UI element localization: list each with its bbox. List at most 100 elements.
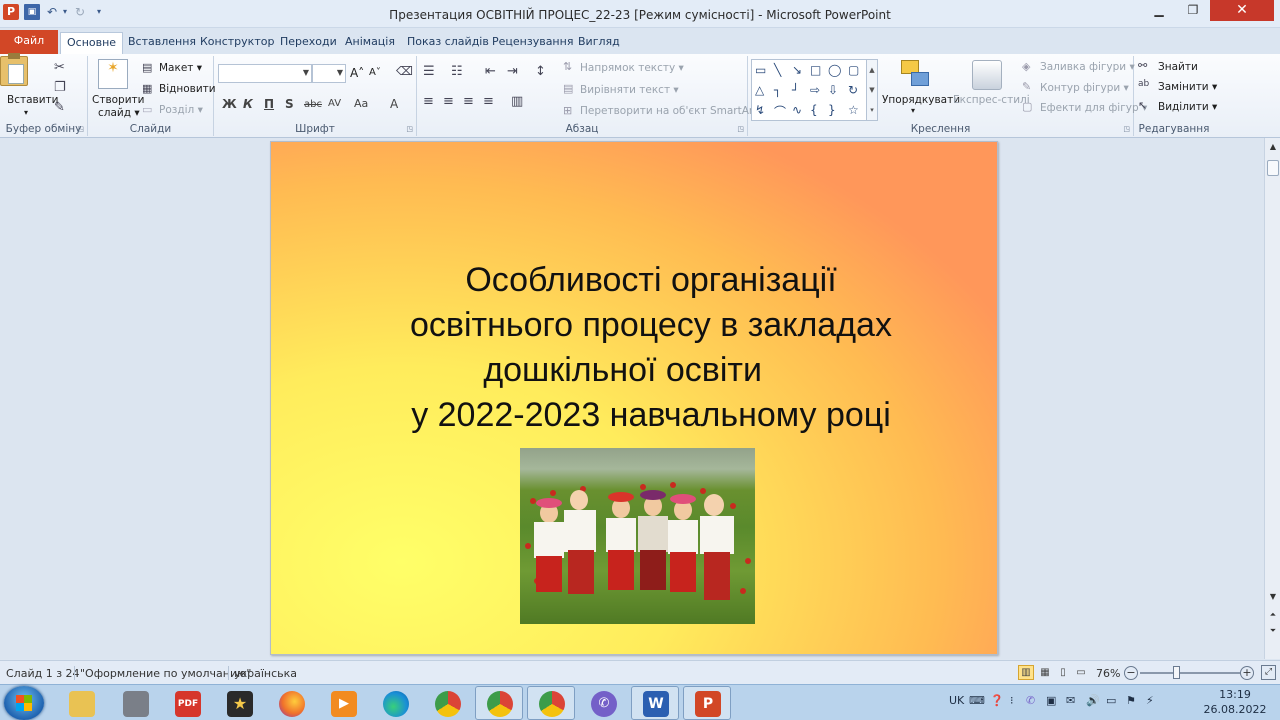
paragraph-launcher-icon[interactable]: ◳ <box>737 125 744 133</box>
rounded-rect-shape-icon[interactable]: ▢ <box>848 63 859 77</box>
reset-button[interactable]: Відновити <box>159 83 216 95</box>
section-button[interactable]: Розділ ▾ <box>159 104 203 116</box>
arc-shape-icon[interactable]: ⌒ <box>774 103 786 120</box>
tab-view[interactable]: Вигляд <box>572 32 626 54</box>
taskbar-explorer[interactable] <box>57 686 105 720</box>
minimize-button[interactable]: ▁ <box>1142 0 1176 21</box>
shrink-font-button[interactable]: A˅ <box>369 67 381 78</box>
viber-tray-icon[interactable]: ✆ <box>1026 694 1035 707</box>
system-clock[interactable]: 13:19 26.08.2022 <box>1198 687 1272 717</box>
taskbar-powerpoint[interactable]: P <box>683 686 731 720</box>
drawing-launcher-icon[interactable]: ◳ <box>1123 125 1130 133</box>
bullets-icon[interactable]: ☰ <box>423 64 435 79</box>
slide-canvas[interactable]: Особливості організації освітнього проце… <box>270 141 998 655</box>
start-button[interactable] <box>4 686 44 720</box>
font-color-button[interactable]: A <box>390 97 398 111</box>
clipboard-launcher-icon[interactable]: ◳ <box>77 125 84 133</box>
taskbar-printer[interactable] <box>111 686 159 720</box>
scroll-up-icon[interactable]: ▲ <box>1266 140 1280 154</box>
taskbar-pdf[interactable]: PDF <box>163 686 211 720</box>
arrange-button[interactable]: Упорядкувати <box>882 94 960 106</box>
new-slide-icon[interactable]: ✶ <box>98 59 128 89</box>
input-language[interactable]: UK <box>949 694 964 707</box>
cut-icon[interactable]: ✂ <box>54 60 65 75</box>
next-slide-icon[interactable]: ⏷ <box>1266 624 1280 638</box>
scroll-thumb[interactable] <box>1267 160 1279 176</box>
change-case-button[interactable]: Aa <box>354 97 368 110</box>
columns-icon[interactable]: ▥ <box>511 94 523 109</box>
shadow-button[interactable]: S <box>285 97 294 111</box>
curve-shape-icon[interactable]: ∿ <box>792 103 802 117</box>
grow-font-button[interactable]: A˄ <box>350 66 364 80</box>
left-brace-icon[interactable]: { <box>810 103 818 117</box>
font-name-combo[interactable]: ▼ <box>218 64 312 83</box>
replace-button[interactable]: Замінити ▾ <box>1158 81 1217 93</box>
tab-review[interactable]: Рецензування <box>486 32 579 54</box>
shape-effects-button[interactable]: Ефекти для фігур ▾ <box>1040 102 1147 114</box>
network-icon[interactable]: ▭ <box>1106 694 1116 707</box>
monitor-tray-icon[interactable]: ▣ <box>1046 694 1056 707</box>
quick-styles-button[interactable]: Експрес-стилі <box>953 94 1030 106</box>
format-painter-icon[interactable]: ✎ <box>54 100 65 115</box>
tray-expand-icon[interactable]: ⁝ <box>1010 694 1014 707</box>
align-center-icon[interactable]: ≡ <box>443 94 454 109</box>
numbering-icon[interactable]: ☷ <box>451 64 463 79</box>
italic-button[interactable]: К <box>243 97 253 111</box>
new-slide-button[interactable]: Створити <box>92 94 145 106</box>
zoom-in-icon[interactable]: + <box>1240 666 1254 680</box>
tab-home[interactable]: Основне <box>60 32 124 54</box>
rectangle-shape-icon[interactable]: □ <box>810 63 821 77</box>
freeform-shape-icon[interactable]: ↯ <box>755 103 765 117</box>
paste-dropdown-icon[interactable]: ▾ <box>24 108 28 117</box>
language-indicator[interactable]: українська <box>234 667 297 680</box>
zoom-level[interactable]: 76% <box>1096 667 1120 680</box>
children-photo[interactable] <box>520 448 755 624</box>
shape-outline-button[interactable]: Контур фігури ▾ <box>1040 82 1129 94</box>
zoom-slider[interactable] <box>1140 672 1240 674</box>
action-center-flag-icon[interactable]: ⚑ <box>1126 694 1136 707</box>
previous-slide-icon[interactable]: ⏶ <box>1266 608 1280 622</box>
keyboard-icon[interactable]: ⌨ <box>969 694 985 707</box>
elbow-arrow-icon[interactable]: ┘ <box>792 83 799 97</box>
taskbar-firefox[interactable] <box>267 686 315 720</box>
justify-icon[interactable]: ≡ <box>483 94 494 109</box>
elbow-connector-icon[interactable]: ┐ <box>774 83 781 97</box>
copy-icon[interactable]: ❐ <box>54 80 66 95</box>
right-brace-icon[interactable]: } <box>828 103 836 117</box>
align-left-icon[interactable]: ≡ <box>423 94 434 109</box>
scroll-down-icon[interactable]: ▼ <box>1266 590 1280 604</box>
tab-transitions[interactable]: Переходи <box>274 32 343 54</box>
paste-icon[interactable] <box>0 53 28 86</box>
taskbar-chrome-profile[interactable] <box>475 686 523 720</box>
app-tray-icon[interactable]: ✉ <box>1066 694 1075 707</box>
theme-name[interactable]: "Оформление по умолчанию" <box>80 667 251 680</box>
taskbar-chrome-2[interactable] <box>527 686 575 720</box>
layout-button[interactable]: Макет ▾ <box>159 62 202 74</box>
volume-icon[interactable]: 🔊 <box>1086 694 1100 707</box>
down-arrow-shape-icon[interactable]: ⇩ <box>828 83 838 97</box>
align-text-button[interactable]: Вирівняти текст ▾ <box>580 84 679 96</box>
tab-design[interactable]: Конструктор <box>194 32 280 54</box>
taskbar-word[interactable]: W <box>631 686 679 720</box>
right-arrow-shape-icon[interactable]: ⇨ <box>810 83 820 97</box>
bold-button[interactable]: Ж <box>222 97 237 111</box>
oval-shape-icon[interactable]: ◯ <box>828 63 841 77</box>
underline-button[interactable]: П <box>264 97 274 111</box>
slide-title[interactable]: Особливості організації освітнього проце… <box>331 258 971 438</box>
gallery-scroll[interactable]: ▲ ▼ ▾ <box>866 59 878 121</box>
taskbar-viber[interactable]: ✆ <box>579 686 627 720</box>
slide-sorter-icon[interactable]: ▦ <box>1037 665 1053 680</box>
char-spacing-button[interactable]: AV <box>328 98 341 109</box>
arrange-icon[interactable] <box>901 60 931 90</box>
taskbar-chrome[interactable] <box>423 686 471 720</box>
shapes-gallery[interactable]: ▭ ╲ ↘ □ ◯ ▢ △ ┐ ┘ ⇨ ⇩ ↻ ↯ ⌒ ∿ { } ☆ <box>751 59 868 121</box>
find-button[interactable]: Знайти <box>1158 61 1198 73</box>
taskbar-media-player[interactable]: ▶ <box>319 686 367 720</box>
paste-button[interactable]: Вставити <box>7 94 58 106</box>
textbox-shape-icon[interactable]: ▭ <box>755 63 766 77</box>
star-shape-icon[interactable]: ☆ <box>848 103 859 117</box>
normal-view-icon[interactable]: ▥ <box>1018 665 1034 680</box>
font-size-combo[interactable]: ▼ <box>312 64 346 83</box>
taskbar-edge[interactable] <box>371 686 419 720</box>
quick-styles-icon[interactable] <box>972 60 1002 90</box>
